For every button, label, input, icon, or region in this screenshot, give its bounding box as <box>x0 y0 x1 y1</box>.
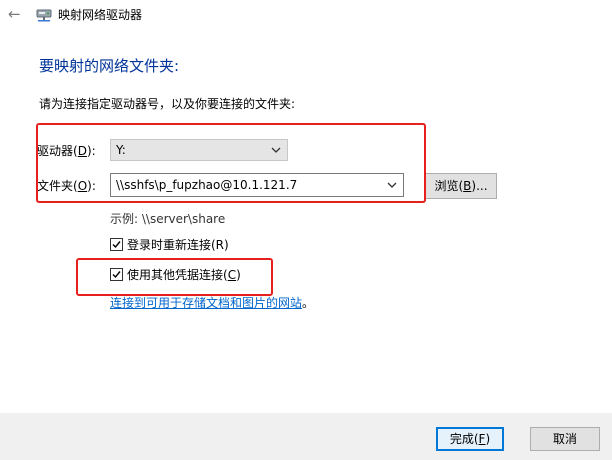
website-connect-link[interactable]: 连接到可用于存储文档和图片的网站。 <box>110 295 314 311</box>
highlight-box-credentials <box>76 258 273 296</box>
reconnect-checkbox[interactable] <box>110 238 123 251</box>
back-arrow-icon[interactable]: ← <box>8 6 22 22</box>
instruction-text: 请为连接指定驱动器号，以及你要连接的文件夹: <box>39 97 296 111</box>
finish-button[interactable]: 完成(F) <box>436 427 504 451</box>
window-title: 映射网络驱动器 <box>58 8 143 22</box>
example-text: 示例: \\server\share <box>110 212 226 226</box>
checkmark-icon <box>112 241 121 249</box>
browse-button[interactable]: 浏览(B)... <box>425 173 497 199</box>
reconnect-label[interactable]: 登录时重新连接(R) <box>127 237 229 253</box>
network-drive-icon <box>36 7 52 23</box>
page-heading: 要映射的网络文件夹: <box>39 57 180 75</box>
cancel-button[interactable]: 取消 <box>530 427 600 451</box>
dialog-footer <box>0 413 612 460</box>
highlight-box-drive-folder <box>36 123 426 203</box>
